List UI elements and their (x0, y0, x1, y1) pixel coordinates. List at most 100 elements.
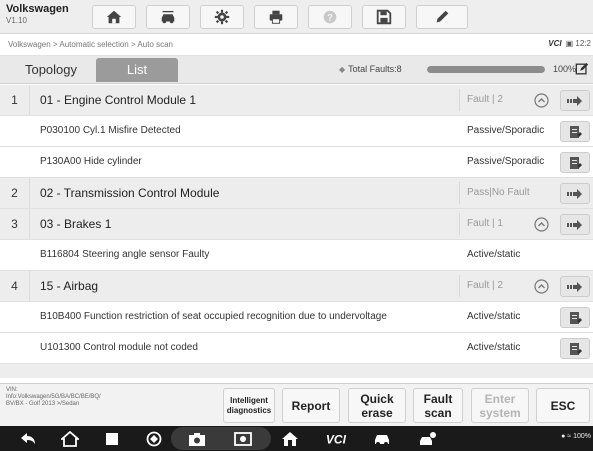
row-number: 1 (0, 85, 30, 115)
vci-button[interactable]: VCI (324, 429, 350, 448)
fault-detail-icon (570, 311, 582, 324)
go-arrow-icon (567, 95, 582, 106)
fault-status: Passive/Sporadic (467, 156, 545, 167)
save-icon (376, 9, 392, 25)
fault-row[interactable]: B10B400 Function restriction of seat occ… (0, 302, 593, 333)
vehicle-icon (375, 434, 389, 446)
fault-status: Active/static (467, 311, 521, 322)
vehicle-model-line: BV/BX - Golf 2013 >/Sedan (6, 401, 80, 407)
fault-status: Active/static (467, 342, 521, 353)
fault-row[interactable]: B116804 Steering angle sensor Faulty Acti… (0, 240, 593, 271)
maxi-home-icon (282, 431, 298, 446)
car-user-button[interactable] (418, 429, 438, 448)
settings-button[interactable] (200, 5, 244, 29)
fault-status: Passive/Sporadic (467, 125, 545, 136)
fault-code: P130A00 Hide cylinder (40, 156, 142, 167)
total-faults-label: Total Faults:8 (348, 64, 402, 74)
module-row[interactable]: 4 15 - Airbag Fault | 2 (0, 271, 593, 302)
enter-module-button[interactable] (560, 276, 590, 297)
tab-list[interactable]: List (96, 58, 178, 82)
edit-list-icon[interactable] (575, 62, 589, 76)
module-row[interactable]: 3 03 - Brakes 1 Fault | 1 (0, 209, 593, 240)
module-title: 03 - Brakes 1 (40, 217, 112, 231)
system-status: ● ≈ 100% (561, 433, 591, 440)
enter-module-button[interactable] (560, 214, 590, 235)
status-icons: ● ≈ (561, 433, 574, 440)
row-divider (459, 89, 460, 111)
fault-dot-icon: ◆ (339, 65, 346, 74)
fault-code: B116804 Steering angle sensor Faulty (40, 249, 210, 260)
help-icon: ? (323, 10, 337, 24)
row-number: 4 (0, 271, 30, 301)
fault-row[interactable]: P030100 Cyl.1 Misfire Detected Passive/Sp… (0, 116, 593, 147)
fault-detail-icon (570, 342, 582, 355)
fault-detail-button[interactable] (560, 152, 590, 173)
enter-module-button[interactable] (560, 90, 590, 111)
breadcrumb-bar: Volkswagen > Automatic selection > Auto … (0, 34, 593, 56)
car-user-icon (420, 431, 436, 445)
fault-row[interactable]: U101300 Control module not coded Active/s… (0, 333, 593, 364)
module-title: 01 - Engine Control Module 1 (40, 93, 197, 107)
tab-topology[interactable]: Topology (8, 58, 94, 82)
collapse-chevron-icon[interactable] (534, 93, 549, 108)
fault-detail-button[interactable] (560, 338, 590, 359)
app-brand: Volkswagen V1.10 (6, 3, 69, 26)
module-status: Fault | 2 (467, 94, 503, 105)
screen-record-icon (234, 431, 252, 446)
go-arrow-icon (567, 281, 582, 292)
help-button[interactable]: ? (308, 5, 352, 29)
scan-progress-label: 100% (553, 64, 577, 74)
home-icon (106, 10, 122, 24)
home-button[interactable] (92, 5, 136, 29)
vci-label: VCI (548, 39, 562, 48)
row-divider (459, 275, 460, 297)
browser-icon (146, 431, 162, 446)
collapse-chevron-icon[interactable] (534, 217, 549, 232)
module-title: 15 - Airbag (40, 279, 99, 293)
row-number: 2 (0, 178, 30, 208)
fault-detail-button[interactable] (560, 121, 590, 142)
fault-code: U101300 Control module not coded (40, 342, 198, 353)
enter-system-button[interactable]: Enter system (471, 388, 529, 423)
breadcrumb: Volkswagen > Automatic selection > Auto … (8, 40, 173, 49)
vehicle-swap-button[interactable] (146, 5, 190, 29)
function-bar: VIN: Info:Volkswagen/5G/BA/BC/BE/BQ/ BV/… (0, 383, 593, 426)
quick-erase-button[interactable]: Quick erase (348, 388, 406, 423)
screen-record-button[interactable] (233, 429, 253, 448)
clock: 12:2 (575, 39, 591, 48)
svg-text:?: ? (327, 13, 333, 23)
fault-scan-button[interactable]: Fault scan (413, 388, 463, 423)
esc-button[interactable]: ESC (536, 388, 590, 423)
vehicle-info: VIN: Info:Volkswagen/5G/BA/BC/BE/BQ/ BV/… (6, 387, 101, 408)
report-button[interactable]: Report (282, 388, 340, 423)
recents-icon (106, 432, 118, 445)
intelligent-diagnostics-button[interactable]: Intelligent diagnostics (223, 388, 275, 423)
module-row[interactable]: 2 02 - Transmission Control Module Pass|No… (0, 178, 593, 209)
svg-text:VCI: VCI (326, 432, 347, 446)
print-button[interactable] (254, 5, 298, 29)
nav-home-button[interactable] (60, 429, 80, 448)
save-button[interactable] (362, 5, 406, 29)
camera-button[interactable] (187, 429, 207, 448)
row-divider (459, 182, 460, 204)
scan-result-list: 1 01 - Engine Control Module 1 Fault | 2 P0… (0, 85, 593, 378)
total-faults: ◆ Total Faults:8 (339, 64, 402, 74)
browser-button[interactable] (144, 429, 164, 448)
vehicle-swap-icon (161, 10, 175, 24)
edit-button[interactable] (416, 5, 468, 29)
module-status: Pass|No Fault (467, 187, 530, 198)
row-divider (459, 213, 460, 235)
vehicle-button[interactable] (372, 429, 392, 448)
back-button[interactable] (18, 429, 38, 448)
edit-pen-icon (436, 10, 449, 23)
nav-highlight (171, 427, 271, 450)
enter-module-button[interactable] (560, 183, 590, 204)
fault-detail-button[interactable] (560, 307, 590, 328)
module-status: Fault | 1 (467, 218, 503, 229)
android-nav-bar: VCI ● ≈ 100% (0, 426, 593, 451)
collapse-chevron-icon[interactable] (534, 279, 549, 294)
recents-button[interactable] (102, 429, 122, 448)
maxi-home-button[interactable] (280, 429, 300, 448)
module-row[interactable]: 1 01 - Engine Control Module 1 Fault | 2 (0, 85, 593, 116)
fault-row[interactable]: P130A00 Hide cylinder Passive/Sporadic (0, 147, 593, 178)
